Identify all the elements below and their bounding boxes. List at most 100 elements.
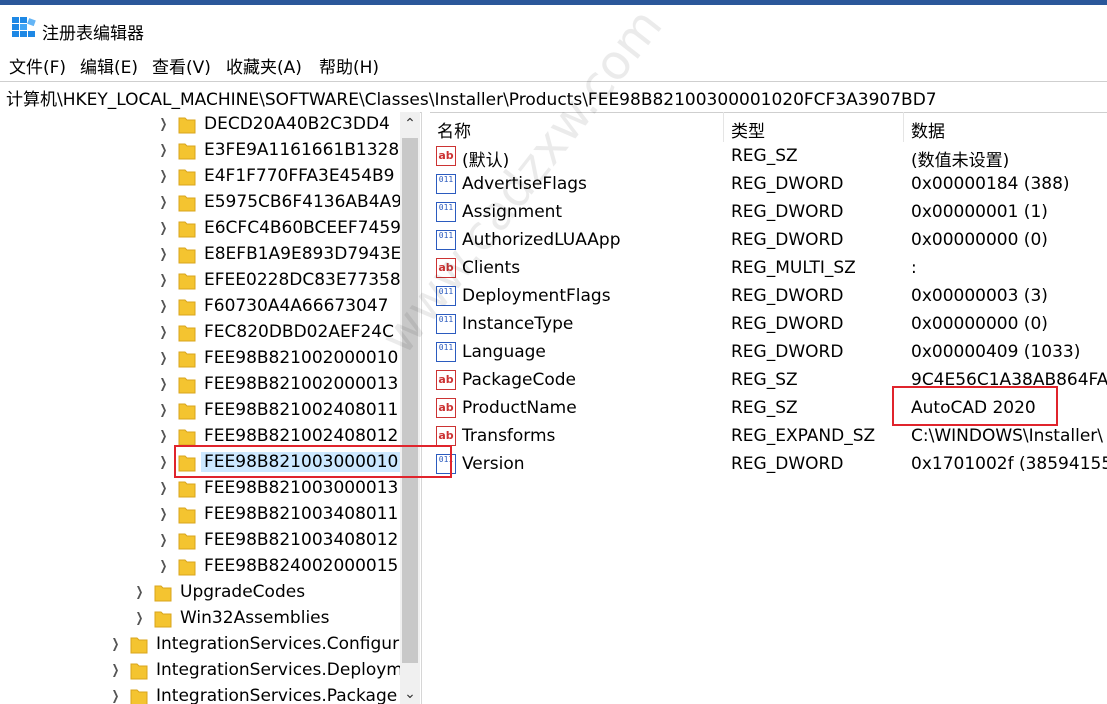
tree-item-label[interactable]: DECD20A40B2C3DD4	[204, 114, 390, 134]
chevron-right-icon[interactable]: ❯	[160, 533, 168, 548]
tree-item-label[interactable]: E3FE9A1161661B1328	[204, 140, 399, 160]
scroll-thumb[interactable]	[402, 138, 418, 663]
value-name[interactable]: DeploymentFlags	[462, 286, 611, 306]
tree-item[interactable]: ❯ FEC820DBD02AEF24C	[0, 320, 400, 346]
tree-item[interactable]: ❯ FEE98B821003000013	[0, 476, 400, 502]
column-header-name[interactable]: 名称	[429, 112, 723, 142]
chevron-right-icon[interactable]: ❯	[160, 455, 168, 470]
tree-item[interactable]: ❯ DECD20A40B2C3DD4	[0, 112, 400, 138]
tree-item[interactable]: ❯ FEE98B821002000013	[0, 372, 400, 398]
tree-item[interactable]: ❯ E8EFB1A9E893D7943E	[0, 242, 400, 268]
tree-item-label[interactable]: FEC820DBD02AEF24C	[204, 322, 394, 342]
tree-item[interactable]: ❯ EFEE0228DC83E77358	[0, 268, 400, 294]
value-name[interactable]: InstanceType	[462, 314, 573, 334]
tree-item[interactable]: ❯ FEE98B821002000010	[0, 346, 400, 372]
tree-item-label[interactable]: IntegrationServices.Package	[156, 686, 397, 704]
chevron-right-icon[interactable]: ❯	[160, 481, 168, 496]
value-name[interactable]: PackageCode	[462, 370, 576, 390]
tree-item[interactable]: ❯ F60730A4A66673047	[0, 294, 400, 320]
value-name[interactable]: Transforms	[462, 426, 555, 446]
chevron-right-icon[interactable]: ❯	[160, 143, 168, 158]
value-row[interactable]: ab (默认) REG_SZ (数值未设置)	[429, 143, 1107, 171]
chevron-right-icon[interactable]: ❯	[160, 195, 168, 210]
chevron-right-icon[interactable]: ❯	[112, 637, 120, 652]
value-row[interactable]: ab Clients REG_MULTI_SZ:	[429, 255, 1107, 283]
chevron-right-icon[interactable]: ❯	[160, 559, 168, 574]
value-name[interactable]: Clients	[462, 258, 520, 278]
value-name[interactable]: (默认)	[462, 146, 509, 171]
chevron-right-icon[interactable]: ❯	[160, 221, 168, 236]
chevron-right-icon[interactable]: ❯	[160, 273, 168, 288]
menu-file[interactable]: 文件(F)	[6, 53, 69, 78]
tree-item-label[interactable]: FEE98B821002408012	[204, 426, 398, 446]
chevron-right-icon[interactable]: ❯	[136, 585, 144, 600]
menu-help[interactable]: 帮助(H)	[316, 53, 382, 78]
tree-item-label[interactable]: FEE98B821002000010	[204, 348, 398, 368]
tree-item-label[interactable]: FEE98B821003408011	[204, 504, 398, 524]
value-name[interactable]: ProductName	[462, 398, 577, 418]
chevron-right-icon[interactable]: ❯	[160, 429, 168, 444]
tree-item-label[interactable]: FEE98B821003000013	[204, 478, 398, 498]
chevron-right-icon[interactable]: ❯	[160, 403, 168, 418]
chevron-right-icon[interactable]: ❯	[160, 325, 168, 340]
chevron-right-icon[interactable]: ❯	[160, 169, 168, 184]
tree-item[interactable]: ❯ FEE98B821003408012	[0, 528, 400, 554]
tree-item-label[interactable]: UpgradeCodes	[180, 582, 305, 602]
value-row[interactable]: 011 Version REG_DWORD 0x1701002f (38594155	[429, 451, 1107, 479]
column-header-type[interactable]: 类型	[723, 112, 903, 142]
tree-item[interactable]: ❯ Win32Assemblies	[0, 606, 400, 632]
tree-item[interactable]: ❯ E6CFC4B60BCEEF7459	[0, 216, 400, 242]
chevron-right-icon[interactable]: ❯	[136, 611, 144, 626]
scroll-down-icon[interactable]: ⌄	[400, 684, 420, 704]
chevron-right-icon[interactable]: ❯	[160, 247, 168, 262]
value-row[interactable]: 011 AdvertiseFlags REG_DWORD 0x00000184 (38…	[429, 171, 1107, 199]
value-row[interactable]: 011 AuthorizedLUAApp REG_DWORD 0x00000000 (…	[429, 227, 1107, 255]
tree-item[interactable]: ❯ E3FE9A1161661B1328	[0, 138, 400, 164]
tree-item-label[interactable]: E6CFC4B60BCEEF7459	[204, 218, 400, 238]
tree-item[interactable]: ❯ E5975CB6F4136AB4A9	[0, 190, 400, 216]
tree-item-label[interactable]: E4F1F770FFA3E454B9	[204, 166, 395, 186]
tree-item-label[interactable]: Win32Assemblies	[180, 608, 329, 628]
tree-item-label[interactable]: FEE98B821003408012	[204, 530, 398, 550]
chevron-right-icon[interactable]: ❯	[160, 507, 168, 522]
tree-item-label[interactable]: FEE98B824002000015	[204, 556, 398, 576]
tree-scrollbar[interactable]: ⌃ ⌄	[400, 112, 420, 704]
tree-item-label[interactable]: EFEE0228DC83E77358	[204, 270, 400, 290]
tree-item-label[interactable]: IntegrationServices.Configur	[156, 634, 399, 654]
value-name[interactable]: Version	[462, 454, 525, 474]
menu-edit[interactable]: 编辑(E)	[77, 53, 141, 78]
tree-item[interactable]: ❯ IntegrationServices.Package	[0, 684, 400, 704]
tree-item[interactable]: ❯ FEE98B824002000015	[0, 554, 400, 580]
chevron-right-icon[interactable]: ❯	[112, 663, 120, 678]
value-name[interactable]: Language	[462, 342, 546, 362]
tree-item[interactable]: ❯ IntegrationServices.Configur	[0, 632, 400, 658]
value-name[interactable]: AdvertiseFlags	[462, 174, 587, 194]
chevron-right-icon[interactable]: ❯	[160, 117, 168, 132]
tree-item-label[interactable]: FEE98B821002000013	[204, 374, 398, 394]
address-path[interactable]: 计算机\HKEY_LOCAL_MACHINE\SOFTWARE\Classes\…	[6, 85, 937, 110]
tree-item-label[interactable]: FEE98B821002408011	[204, 400, 398, 420]
menu-favorites[interactable]: 收藏夹(A)	[223, 53, 305, 78]
menu-view[interactable]: 查看(V)	[149, 53, 214, 78]
value-row[interactable]: ab Transforms REG_EXPAND_SZ C:\WINDOWS\Inst…	[429, 423, 1107, 451]
chevron-right-icon[interactable]: ❯	[160, 299, 168, 314]
tree-item-label[interactable]: IntegrationServices.Deploym	[156, 660, 400, 680]
chevron-right-icon[interactable]: ❯	[160, 351, 168, 366]
value-row[interactable]: 011 Language REG_DWORD 0x00000409 (1033)	[429, 339, 1107, 367]
tree-item[interactable]: ❯ FEE98B821002408011	[0, 398, 400, 424]
value-name[interactable]: Assignment	[462, 202, 562, 222]
tree-item[interactable]: ❯ E4F1F770FFA3E454B9	[0, 164, 400, 190]
chevron-right-icon[interactable]: ❯	[160, 377, 168, 392]
address-bar[interactable]: 计算机\HKEY_LOCAL_MACHINE\SOFTWARE\Classes\…	[0, 81, 1107, 113]
value-name[interactable]: AuthorizedLUAApp	[462, 230, 621, 250]
value-row[interactable]: 011 DeploymentFlags REG_DWORD 0x00000003 (3…	[429, 283, 1107, 311]
value-row[interactable]: 011 Assignment REG_DWORD 0x00000001 (1)	[429, 199, 1107, 227]
chevron-right-icon[interactable]: ❯	[112, 689, 120, 704]
tree-item[interactable]: ❯ FEE98B821003408011	[0, 502, 400, 528]
tree-item-label[interactable]: F60730A4A66673047	[204, 296, 388, 316]
tree-item[interactable]: ❯ UpgradeCodes	[0, 580, 400, 606]
value-row[interactable]: 011 InstanceType REG_DWORD 0x00000000 (0)	[429, 311, 1107, 339]
tree-item-label[interactable]: E5975CB6F4136AB4A9	[204, 192, 400, 212]
scroll-up-icon[interactable]: ⌃	[400, 112, 420, 136]
tree-item[interactable]: ❯ IntegrationServices.Deploym	[0, 658, 400, 684]
